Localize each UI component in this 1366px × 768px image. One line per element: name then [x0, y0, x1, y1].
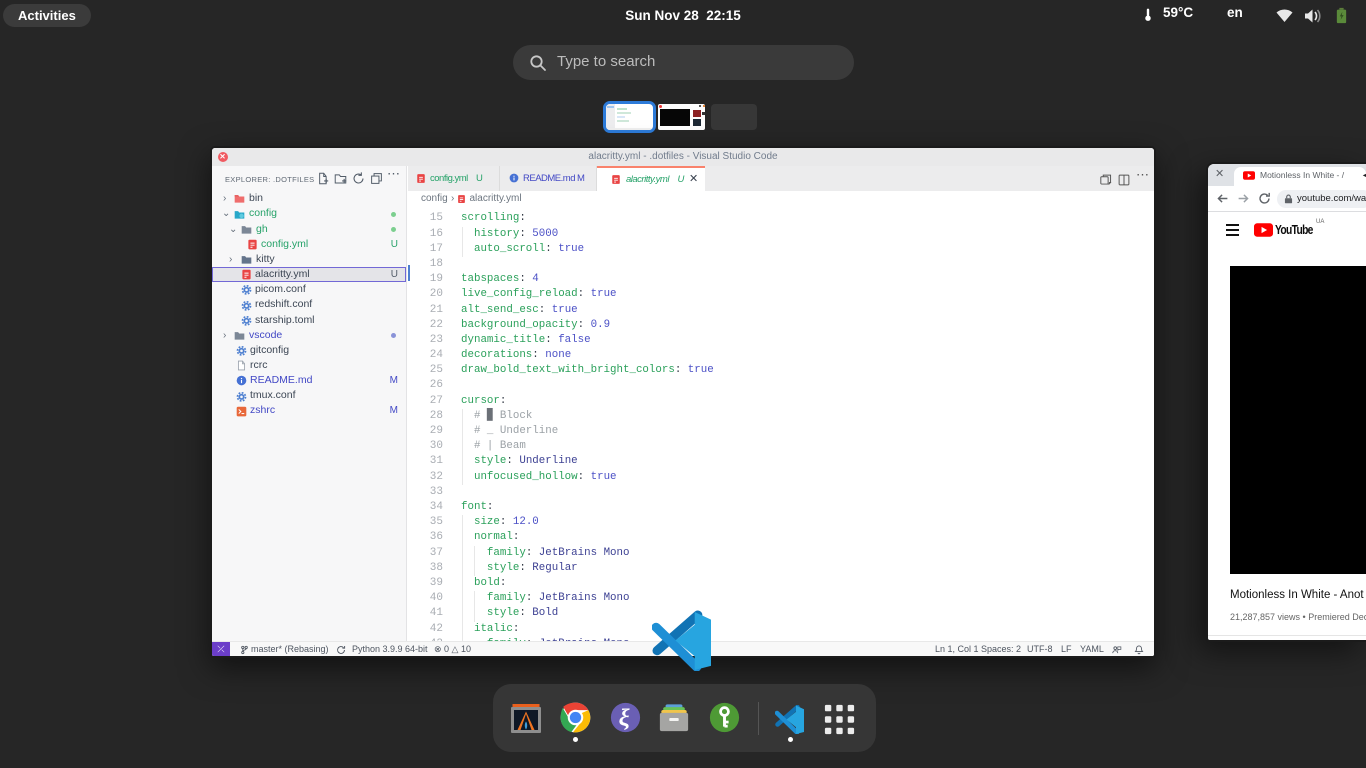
- svg-text:ξ: ξ: [619, 705, 630, 732]
